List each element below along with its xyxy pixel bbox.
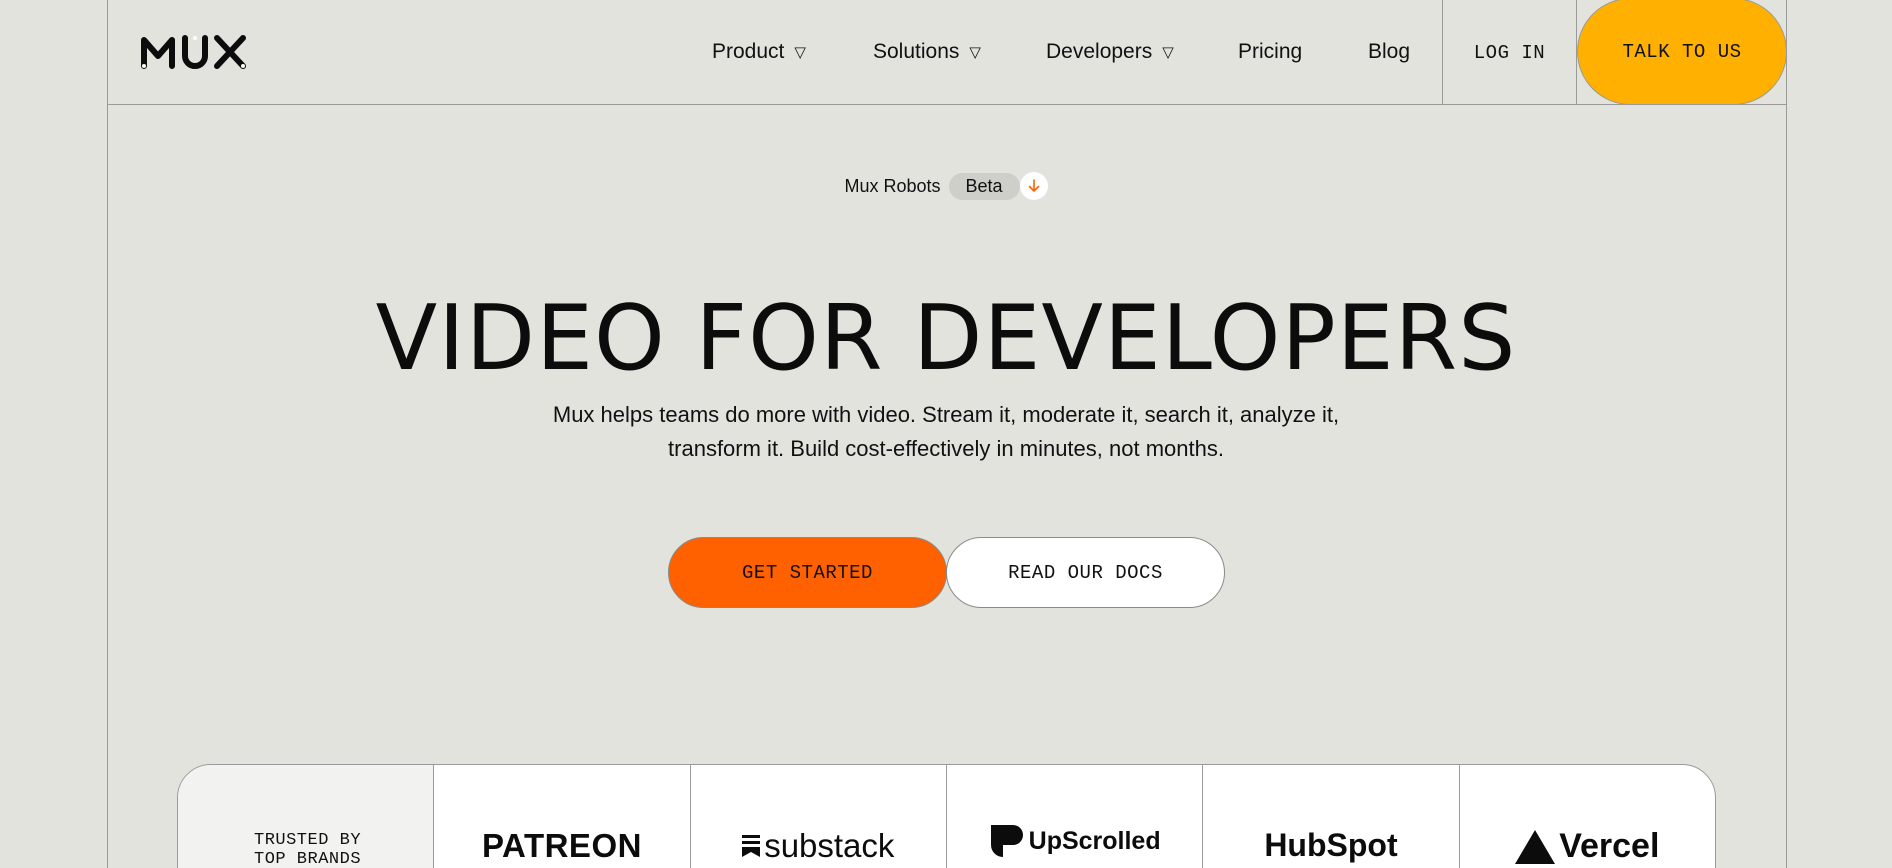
patreon-logo: PATREON (482, 827, 642, 865)
brand-cell-patreon: PATREON (433, 765, 689, 868)
login-button[interactable]: LOG IN (1442, 0, 1577, 105)
nav-developers-label: Developers (1046, 40, 1153, 63)
trusted-label-line-1: TRUSTED BY (254, 831, 362, 850)
nav-pricing-label: Pricing (1238, 40, 1303, 63)
nav-developers[interactable]: Developers ▽ (1046, 40, 1174, 64)
patreon-logo-text: PATREON (482, 827, 642, 864)
hubspot-logo-text: HubSpot (1264, 827, 1398, 863)
trusted-label-cell: TRUSTED BY TOP BRANDS (178, 765, 434, 868)
hubspot-logo: HubSpot (1264, 827, 1397, 864)
frame-line-left (107, 0, 108, 868)
vercel-logo: Vercel (1515, 827, 1659, 866)
nav-solutions[interactable]: Solutions ▽ (873, 40, 981, 64)
announcement-banner[interactable]: Mux Robots Beta (0, 172, 1892, 200)
chevron-down-icon: ▽ (1162, 44, 1174, 61)
trusted-brands-strip: TRUSTED BY TOP BRANDS PATREON substack U… (177, 764, 1716, 868)
upscrolled-logo-text: UpScrolled (1028, 826, 1161, 855)
hero-title: VIDEO FOR DEVELOPERS (375, 286, 1517, 391)
trusted-label-line-2: TOP BRANDS (254, 850, 362, 868)
mux-logo[interactable] (141, 32, 247, 77)
upscrolled-logo: UpScrolled (989, 823, 1161, 859)
nav-product-label: Product (712, 40, 785, 63)
talk-to-us-button[interactable]: TALK TO US (1577, 0, 1787, 105)
nav-solutions-label: Solutions (873, 40, 960, 63)
mux-logo-icon (141, 35, 246, 69)
top-navigation: Product ▽ Solutions ▽ Developers ▽ Prici… (108, 0, 1787, 105)
brand-cell-vercel: Vercel (1458, 765, 1715, 868)
substack-logo-text: substack (764, 827, 895, 864)
nav-product[interactable]: Product ▽ (712, 40, 806, 64)
substack-icon (742, 835, 761, 857)
brand-cell-substack: substack (689, 765, 946, 868)
nav-blog-label: Blog (1368, 40, 1411, 63)
frame-line-right (1786, 0, 1787, 868)
upscrolled-icon (990, 825, 1023, 857)
hero-subtitle-line-2: transform it. Build cost-effectively in … (668, 436, 1224, 461)
chevron-down-icon: ▽ (794, 44, 806, 61)
read-docs-button[interactable]: READ OUR DOCS (946, 537, 1225, 608)
brand-cell-upscrolled: UpScrolled (945, 765, 1202, 868)
chevron-down-icon: ▽ (969, 44, 981, 61)
hero-subtitle-line-1: Mux helps teams do more with video. Stre… (552, 402, 1340, 427)
hero-subtitle: Mux helps teams do more with video. Stre… (496, 398, 1396, 466)
beta-badge: Beta (948, 172, 1020, 200)
brand-cell-hubspot: HubSpot (1202, 765, 1458, 868)
nav-blog[interactable]: Blog (1368, 40, 1410, 64)
get-started-button[interactable]: GET STARTED (668, 537, 947, 608)
trusted-label: TRUSTED BY TOP BRANDS (254, 831, 361, 868)
announcement-text: Mux Robots (844, 175, 941, 196)
vercel-triangle-icon (1515, 829, 1556, 864)
substack-logo: substack (742, 827, 894, 865)
nav-pricing[interactable]: Pricing (1238, 40, 1302, 64)
vercel-logo-text: Vercel (1559, 827, 1660, 865)
arrow-down-icon[interactable] (1019, 172, 1048, 200)
